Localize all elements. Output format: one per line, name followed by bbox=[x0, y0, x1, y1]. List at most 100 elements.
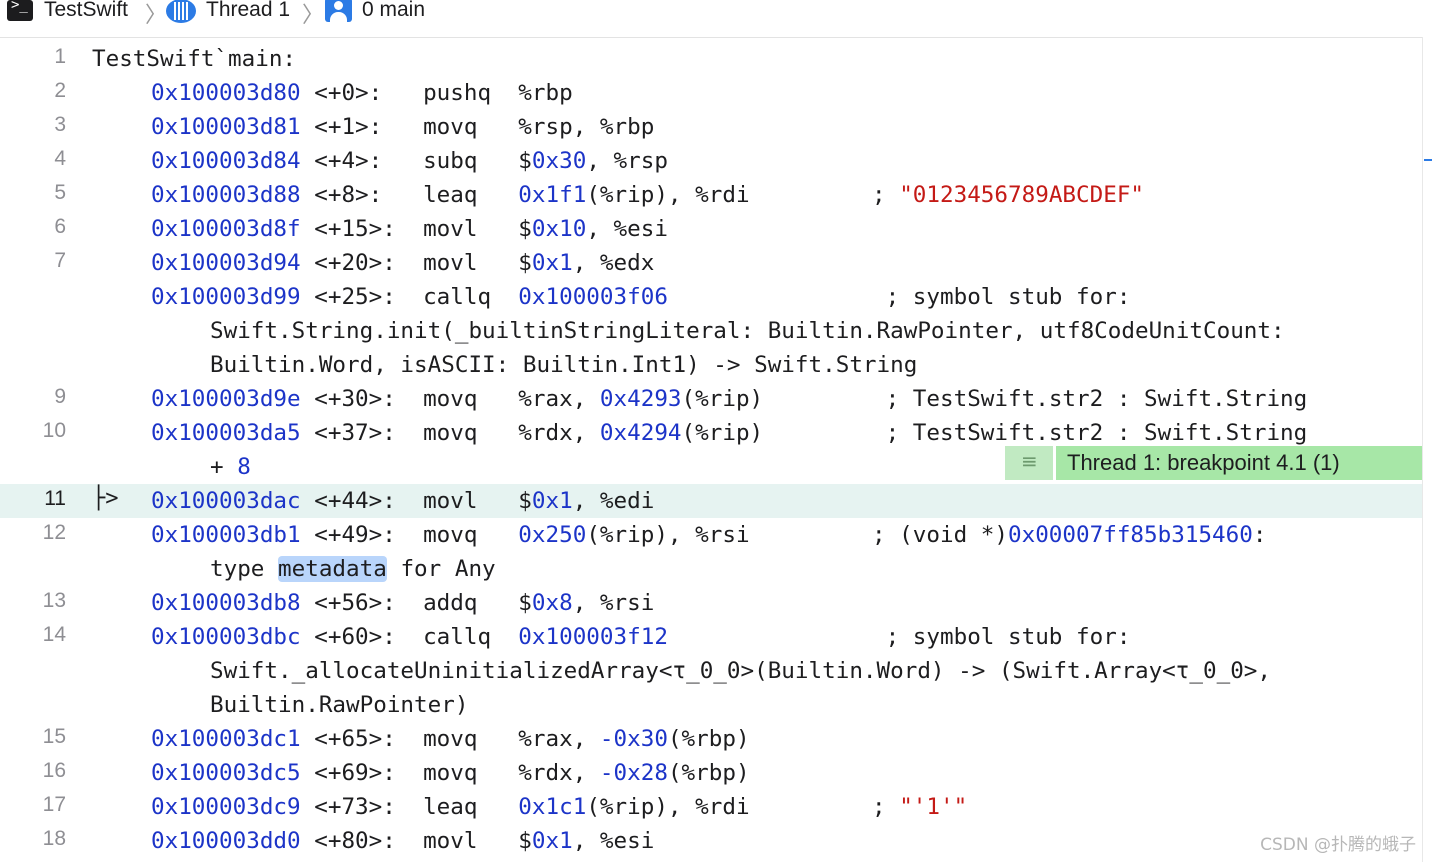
code-line[interactable]: 15 0x100003dc1 <+65>: movq %rax, -0x30(%… bbox=[0, 722, 1422, 756]
instruction-operands: (%rip) ; TestSwift.str2 : Swift.String bbox=[681, 386, 1308, 412]
line-number[interactable]: 11 bbox=[0, 487, 66, 511]
line-number[interactable]: 3 bbox=[0, 113, 66, 137]
code-line[interactable]: 0x100003d99 <+25>: callq 0x100003f06 ; s… bbox=[0, 280, 1422, 314]
instruction-mnemonic: movq bbox=[423, 760, 519, 786]
current-instruction-line[interactable]: 11 ├> 0x100003dac <+44>: movl $0x1, %edi bbox=[0, 484, 1422, 518]
instruction-offset: <+73>: bbox=[300, 794, 424, 820]
instruction-address: 0x100003d81 bbox=[151, 114, 301, 140]
instruction-mnemonic: movq bbox=[423, 420, 519, 446]
search-highlight: metadata bbox=[278, 556, 387, 582]
instruction-operands: , %esi bbox=[586, 216, 668, 242]
jumpbar-project[interactable]: TestSwift bbox=[44, 0, 128, 24]
code-line-wrap: Builtin.RawPointer) bbox=[0, 688, 1422, 722]
instruction-operands: , %rsi bbox=[572, 590, 655, 616]
instruction-address: 0x100003dc5 bbox=[151, 760, 301, 786]
instruction-offset: <+1>: bbox=[300, 114, 424, 140]
code-line[interactable]: 13 0x100003db8 <+56>: addq $0x8, %rsi bbox=[0, 586, 1422, 620]
code-line[interactable]: 6 0x100003d8f <+15>: movl $0x10, %esi bbox=[0, 212, 1422, 246]
immediate-value: 0x4294 bbox=[599, 420, 682, 446]
instruction-address: 0x100003db8 bbox=[151, 590, 301, 616]
program-counter-arrow-icon[interactable]: ├> bbox=[92, 486, 119, 511]
code-line[interactable]: 9 0x100003d9e <+30>: movq %rax, 0x4293(%… bbox=[0, 382, 1422, 416]
instruction-mnemonic: callq bbox=[423, 284, 519, 310]
instruction-address: 0x100003d9e bbox=[151, 386, 301, 412]
instruction-offset: <+4>: bbox=[300, 148, 424, 174]
instruction: 0x100003da5 <+37>: movq %rdx, 0x4294(%ri… bbox=[151, 418, 1307, 448]
instruction-mnemonic: movq bbox=[423, 114, 519, 140]
instruction-operands: $ bbox=[518, 148, 532, 174]
line-number[interactable]: 17 bbox=[0, 793, 66, 817]
pointer-address: 0x00007ff85b315460 bbox=[1008, 522, 1253, 548]
chevron-right-icon: 〉 bbox=[145, 2, 168, 27]
instruction: 0x100003dc9 <+73>: leaq 0x1c1(%rip), %rd… bbox=[151, 792, 967, 822]
instruction-offset: <+0>: bbox=[300, 80, 424, 106]
code-line[interactable]: 4 0x100003d84 <+4>: subq $0x30, %rsp bbox=[0, 144, 1422, 178]
code-line[interactable]: 16 0x100003dc5 <+69>: movq %rdx, -0x28(%… bbox=[0, 756, 1422, 790]
line-number[interactable]: 7 bbox=[0, 249, 66, 273]
immediate-value: 0x30 bbox=[531, 148, 587, 174]
instruction-operands: , %edx bbox=[572, 250, 655, 276]
code-line[interactable]: 17 0x100003dc9 <+73>: leaq 0x1c1(%rip), … bbox=[0, 790, 1422, 824]
line-number[interactable]: 9 bbox=[0, 385, 66, 409]
breakpoint-badge[interactable]: ≡ bbox=[1005, 446, 1053, 480]
immediate-value: 0x8 bbox=[531, 590, 573, 616]
instruction-mnemonic: leaq bbox=[423, 794, 519, 820]
instruction-offset: <+37>: bbox=[300, 420, 424, 446]
line-number[interactable]: 6 bbox=[0, 215, 66, 239]
breakpoint-annotation-text: Thread 1: breakpoint 4.1 (1) bbox=[1067, 450, 1340, 475]
instruction-operands: %rax, bbox=[518, 726, 600, 752]
instruction-address: 0x100003d8f bbox=[151, 216, 301, 242]
code-line[interactable]: 12 0x100003db1 <+49>: movq 0x250(%rip), … bbox=[0, 518, 1422, 552]
jumpbar-frame[interactable]: 0 main bbox=[362, 0, 425, 24]
code-line[interactable]: 10 0x100003da5 <+37>: movq %rdx, 0x4294(… bbox=[0, 416, 1422, 450]
instruction: 0x100003d84 <+4>: subq $0x30, %rsp bbox=[151, 146, 668, 176]
line-number[interactable]: 1 bbox=[0, 45, 66, 69]
jumpbar-thread[interactable]: Thread 1 bbox=[206, 0, 290, 24]
code-line[interactable]: 1 TestSwift`main: bbox=[0, 42, 1422, 76]
instruction-mnemonic: pushq bbox=[423, 80, 519, 106]
line-number[interactable]: 15 bbox=[0, 725, 66, 749]
code-line[interactable]: 5 0x100003d88 <+8>: leaq 0x1f1(%rip), %r… bbox=[0, 178, 1422, 212]
line-number[interactable]: 4 bbox=[0, 147, 66, 171]
code-line[interactable]: 7 0x100003d94 <+20>: movl $0x1, %edx bbox=[0, 246, 1422, 280]
instruction-address: 0x100003dc9 bbox=[151, 794, 301, 820]
breakpoint-annotation[interactable]: Thread 1: breakpoint 4.1 (1) bbox=[1056, 446, 1422, 480]
immediate-value: -0x28 bbox=[599, 760, 668, 786]
code-line[interactable]: 18 0x100003dd0 <+80>: movl $0x1, %esi bbox=[0, 824, 1422, 858]
instruction-mnemonic: callq bbox=[423, 624, 519, 650]
instruction: 0x100003dc1 <+65>: movq %rax, -0x30(%rbp… bbox=[151, 724, 750, 754]
jump-bar: >_ TestSwift 〉 Thread 1 〉 0 main bbox=[0, 0, 1432, 38]
code-line[interactable]: 2 0x100003d80 <+0>: pushq %rbp bbox=[0, 76, 1422, 110]
line-number[interactable]: 14 bbox=[0, 623, 66, 647]
immediate-value: 0x250 bbox=[518, 522, 587, 548]
code-line-wrap: Swift.String.init(_builtinStringLiteral:… bbox=[0, 314, 1422, 348]
instruction-address: 0x100003da5 bbox=[151, 420, 301, 446]
instruction-address: 0x100003dac bbox=[151, 488, 301, 514]
line-number[interactable]: 5 bbox=[0, 181, 66, 205]
instruction-address: 0x100003dbc bbox=[151, 624, 301, 650]
line-number[interactable]: 18 bbox=[0, 827, 66, 851]
instruction-operands: $ bbox=[518, 828, 532, 854]
line-number[interactable]: 13 bbox=[0, 589, 66, 613]
instruction-mnemonic: leaq bbox=[423, 182, 519, 208]
line-number[interactable]: 2 bbox=[0, 79, 66, 103]
code-line[interactable]: 3 0x100003d81 <+1>: movq %rsp, %rbp bbox=[0, 110, 1422, 144]
immediate-value: 0x1 bbox=[531, 488, 573, 514]
line-number[interactable]: 10 bbox=[0, 419, 66, 443]
instruction-offset: <+25>: bbox=[300, 284, 424, 310]
instruction: 0x100003dd0 <+80>: movl $0x1, %esi bbox=[151, 826, 654, 856]
instruction-operands: (%rip), %rdi ; bbox=[586, 794, 900, 820]
instruction-address: 0x100003d80 bbox=[151, 80, 301, 106]
thread-icon bbox=[166, 0, 196, 23]
watermark: CSDN @扑腾的蛾子 bbox=[1260, 835, 1416, 855]
immediate-value: 0x1c1 bbox=[518, 794, 587, 820]
scroll-position-marker bbox=[1424, 159, 1432, 161]
instruction-offset: <+44>: bbox=[300, 488, 424, 514]
instruction-address: 0x100003d88 bbox=[151, 182, 301, 208]
line-number[interactable]: 16 bbox=[0, 759, 66, 783]
code-line[interactable]: 14 0x100003dbc <+60>: callq 0x100003f12 … bbox=[0, 620, 1422, 654]
line-number[interactable]: 12 bbox=[0, 521, 66, 545]
instruction-operands: $ bbox=[518, 250, 532, 276]
call-target-address: 0x100003f06 bbox=[518, 284, 668, 310]
instruction-offset: <+30>: bbox=[300, 386, 424, 412]
